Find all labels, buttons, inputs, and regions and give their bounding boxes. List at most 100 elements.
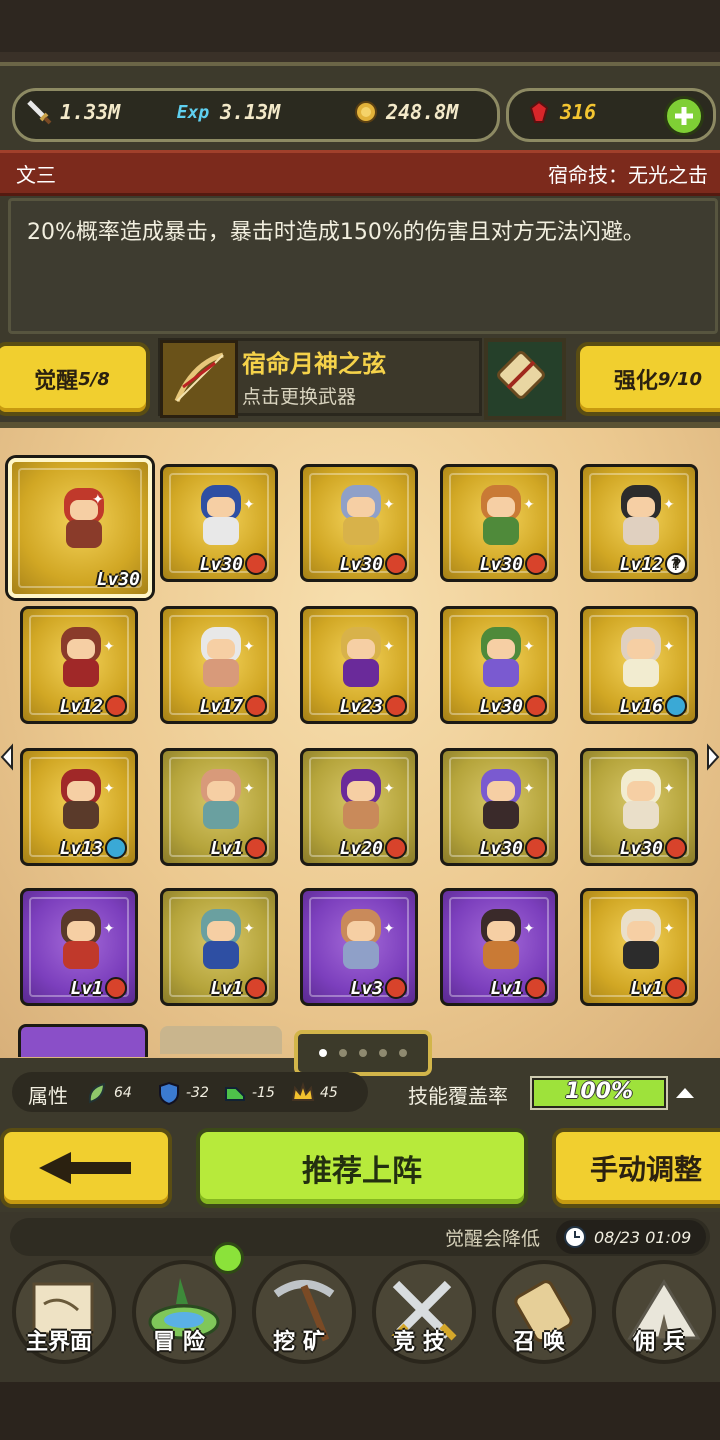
sword-icon <box>24 97 54 127</box>
hero-level: Lv23 <box>340 695 407 717</box>
hero-card[interactable]: ✦ Lv30 <box>8 458 152 598</box>
boot-icon <box>225 1087 245 1101</box>
hero-card[interactable]: ✦ Lv1 <box>20 888 138 1006</box>
hero-portrait <box>613 909 669 971</box>
page-dot[interactable] <box>319 1049 327 1057</box>
hero-level: Lv1 <box>490 977 547 999</box>
awaken-button[interactable]: 觉醒 5/8 <box>0 342 150 416</box>
bottom-map-strip <box>0 1382 720 1440</box>
back-button[interactable] <box>0 1128 172 1208</box>
hero-card[interactable]: ✦ Lv1 <box>580 888 698 1006</box>
hero-face <box>347 639 375 659</box>
nav-mercenary[interactable]: 佣 兵 <box>604 1256 716 1366</box>
hero-face <box>487 497 515 517</box>
sparkle-icon: ✦ <box>523 921 535 937</box>
leaf-icon <box>88 1082 106 1104</box>
hero-card[interactable]: ✦ Lv30 <box>440 748 558 866</box>
hero-card-partial[interactable] <box>18 1024 148 1057</box>
arrow-left-icon <box>39 1152 131 1184</box>
hero-card[interactable]: ✦ Lv30 <box>440 606 558 724</box>
hero-level: Lv17 <box>200 695 267 717</box>
hero-card[interactable]: ✦ Lv30 <box>160 464 278 582</box>
expand-up-icon[interactable] <box>672 1082 698 1102</box>
upgrade-badge-icon <box>245 977 267 999</box>
upgrade-badge-icon <box>105 695 127 717</box>
hero-level: Lv1 <box>210 837 267 859</box>
scroll-left-arrow[interactable] <box>0 742 14 772</box>
nav-main[interactable]: 主界面 <box>4 1256 116 1366</box>
hero-portrait <box>613 769 669 831</box>
hero-level-text: Lv1 <box>70 977 103 999</box>
hero-card[interactable]: ✦ Lv12 <box>20 606 138 724</box>
sparkle-icon: ✦ <box>103 639 115 655</box>
star-badge-icon <box>105 837 127 859</box>
hero-card[interactable]: ✦ Lv3 <box>300 888 418 1006</box>
hero-body <box>63 801 99 829</box>
coin-icon <box>350 97 380 127</box>
hero-level-text: Lv30 <box>619 837 663 859</box>
hero-card[interactable]: ✦ Lv1 <box>160 748 278 866</box>
hero-level-text: Lv12 <box>59 695 103 717</box>
hero-card[interactable]: ✦ Lv13 <box>20 748 138 866</box>
crown-icon <box>291 1081 315 1101</box>
scroll-icon[interactable] <box>484 338 566 420</box>
hero-card[interactable]: ✦ Lv17 <box>160 606 278 724</box>
enhance-button[interactable]: 强化 9/10 <box>576 342 720 416</box>
sparkle-icon: ✦ <box>383 921 395 937</box>
sparkle-icon: ✦ <box>663 497 675 513</box>
upgrade-badge-icon <box>665 977 687 999</box>
page-dot[interactable] <box>339 1049 347 1057</box>
hero-body <box>63 941 99 969</box>
manual-adjust-button[interactable]: 手动调整 <box>552 1128 720 1208</box>
page-dot[interactable] <box>359 1049 367 1057</box>
nav-adventure[interactable]: 冒 险 <box>124 1256 236 1366</box>
hero-level-text: Lv1 <box>490 977 523 999</box>
hero-card[interactable]: ✦ Lv16 <box>580 606 698 724</box>
hero-card[interactable]: ✦ Lv1 <box>440 888 558 1006</box>
page-dot[interactable] <box>399 1049 407 1057</box>
attr-defense: -32 <box>156 1080 209 1106</box>
upgrade-badge-icon <box>525 837 547 859</box>
hero-level-text: Lv23 <box>339 695 383 717</box>
recommend-lineup-button[interactable]: 推荐上阵 <box>196 1128 528 1208</box>
page-indicator[interactable] <box>294 1030 432 1076</box>
hero-level-text: Lv13 <box>59 837 103 859</box>
hero-card[interactable]: ✦ Lv20 <box>300 748 418 866</box>
hero-portrait <box>473 909 529 971</box>
exp-icon: Exp <box>176 101 210 123</box>
hero-card[interactable]: ✦ Lv23 <box>300 606 418 724</box>
hero-portrait <box>473 627 529 689</box>
hero-level: Lv30 <box>480 837 547 859</box>
hero-portrait <box>53 769 109 831</box>
hero-card[interactable]: ✦ Lv30 <box>580 748 698 866</box>
hero-card[interactable]: ✦ Lv12? <box>580 464 698 582</box>
hero-card[interactable]: ✦ Lv30 <box>300 464 418 582</box>
add-gems-button[interactable] <box>664 96 704 136</box>
hero-portrait <box>333 627 389 689</box>
hero-level: Lv1 <box>630 977 687 999</box>
enhance-label: 强化 <box>613 369 658 394</box>
nav-summon[interactable]: 召 唤 <box>484 1256 596 1366</box>
hero-card[interactable]: ✦ Lv30 <box>440 464 558 582</box>
hero-level: Lv30 <box>620 837 687 859</box>
hero-portrait <box>193 909 249 971</box>
hero-portrait <box>193 485 249 547</box>
hero-level: Lv30 <box>480 553 547 575</box>
hero-level-text: Lv30 <box>479 695 523 717</box>
page-dot[interactable] <box>379 1049 387 1057</box>
hero-card[interactable]: ✦ Lv1 <box>160 888 278 1006</box>
nav-mining[interactable]: 挖 矿 <box>244 1256 356 1366</box>
nav-arena[interactable]: 竞 技 <box>364 1256 476 1366</box>
hero-card-partial[interactable] <box>160 1026 282 1054</box>
plus-icon <box>675 107 693 125</box>
hero-portrait <box>473 485 529 547</box>
hero-level-text: Lv20 <box>339 837 383 859</box>
hero-portrait <box>53 909 109 971</box>
sparkle-icon: ✦ <box>383 639 395 655</box>
scroll-right-arrow[interactable] <box>706 742 720 772</box>
top-map-strip <box>0 0 720 62</box>
hero-face <box>347 781 375 801</box>
hero-level-text: Lv30 <box>339 553 383 575</box>
hero-level-text: Lv3 <box>350 977 383 999</box>
hero-body <box>483 659 519 687</box>
